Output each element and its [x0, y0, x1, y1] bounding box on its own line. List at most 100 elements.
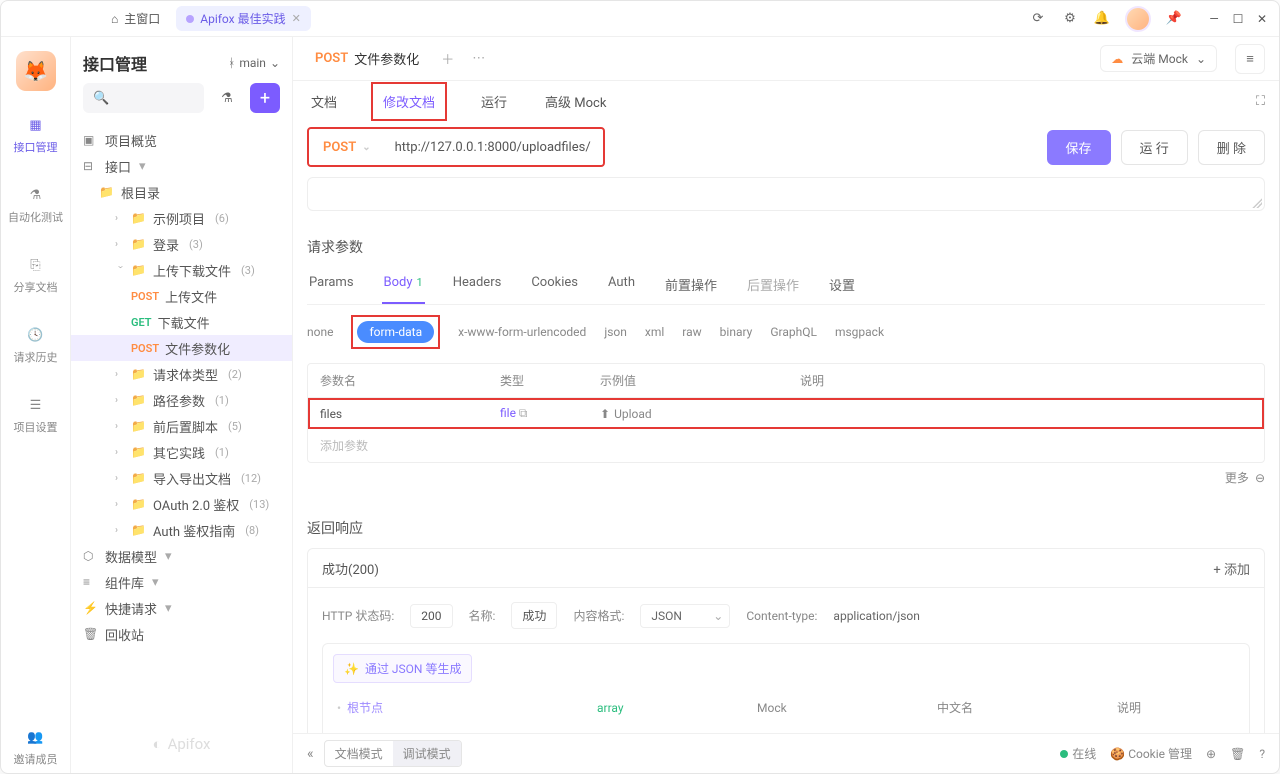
add-tab-button[interactable]: ＋	[437, 45, 458, 72]
run-button[interactable]: 运 行	[1121, 130, 1188, 165]
subtab-edit[interactable]: 修改文档	[379, 84, 439, 119]
branch-selector[interactable]: ᚼ main ⌄	[228, 56, 280, 70]
ptab-headers[interactable]: Headers	[451, 267, 504, 304]
settings-icon[interactable]: ⚙	[1061, 10, 1079, 28]
close-button[interactable]: ✕	[1255, 12, 1269, 26]
schema-node[interactable]: 根节点	[347, 701, 383, 715]
tree-endpoint[interactable]: POST上传文件	[71, 283, 292, 309]
doc-mode-button[interactable]: 文档模式	[325, 741, 393, 766]
tree-folder-upload[interactable]: ›📁上传下载文件(3)	[71, 257, 292, 283]
root-dir[interactable]: 📁根目录	[71, 179, 292, 205]
expand-icon[interactable]: ⛶	[1256, 94, 1265, 109]
tree-folder[interactable]: ›📁请求体类型(2)	[71, 361, 292, 387]
ptab-body[interactable]: Body1	[382, 267, 425, 304]
ptab-pre[interactable]: 前置操作	[663, 267, 719, 304]
param-name[interactable]: files	[320, 407, 500, 421]
add-response-button[interactable]: + 添加	[1213, 559, 1250, 578]
bt-json[interactable]: json	[604, 325, 627, 339]
schema-type[interactable]: array	[597, 701, 757, 715]
project-overview[interactable]: ▣项目概览	[71, 127, 292, 153]
bt-msgpack[interactable]: msgpack	[835, 325, 884, 339]
maximize-button[interactable]: ☐	[1231, 12, 1245, 26]
tree-folder[interactable]: ›📁示例项目(6)	[71, 205, 292, 231]
ptab-post[interactable]: 后置操作	[745, 267, 801, 304]
name-input[interactable]: 成功	[511, 602, 557, 629]
bt-raw[interactable]: raw	[682, 325, 701, 339]
more-link[interactable]: 更多⊖	[307, 463, 1265, 492]
ptab-cookies[interactable]: Cookies	[529, 267, 580, 304]
app-logo[interactable]: 🦊	[16, 51, 56, 91]
bt-binary[interactable]: binary	[720, 325, 753, 339]
schema-cn[interactable]: 中文名	[937, 699, 1117, 716]
bt-urlencoded[interactable]: x-www-form-urlencoded	[458, 325, 586, 339]
tree-folder[interactable]: ›📁路径参数(1)	[71, 387, 292, 413]
subtab-mock[interactable]: 高级 Mock	[541, 84, 610, 119]
quick-request[interactable]: ⚡快捷请求▾	[71, 595, 292, 621]
param-type[interactable]: file	[500, 406, 516, 420]
bt-none[interactable]: none	[307, 325, 333, 339]
generate-from-json-button[interactable]: ✨通过 JSON 等生成	[333, 654, 472, 683]
rail-api[interactable]: ▦ 接口管理	[1, 109, 70, 161]
format-select[interactable]: JSON	[640, 604, 730, 628]
tree-folder[interactable]: ›📁登录(3)	[71, 231, 292, 257]
avatar[interactable]	[1125, 6, 1151, 32]
cookie-manager-button[interactable]: 🍪 Cookie 管理	[1110, 745, 1192, 762]
add-button[interactable]: +	[250, 83, 280, 113]
add-param-row[interactable]: 添加参数	[308, 429, 1264, 462]
upload-button[interactable]: ⬆Upload	[600, 407, 800, 421]
ptab-auth[interactable]: Auth	[606, 267, 637, 304]
window-tab-active[interactable]: Apifox 最佳实践 ✕	[176, 6, 311, 31]
rail-share[interactable]: ⎘ 分享文档	[1, 249, 70, 301]
bt-xml[interactable]: xml	[645, 325, 664, 339]
method-badge: GET	[131, 316, 152, 329]
bell-icon[interactable]: 🔔	[1093, 10, 1111, 28]
component-lib[interactable]: ≡组件库▾	[71, 569, 292, 595]
bt-graphql[interactable]: GraphQL	[770, 325, 817, 339]
schema-mock[interactable]: Mock	[757, 701, 937, 715]
subtab-doc[interactable]: 文档	[307, 84, 341, 119]
table-row[interactable]: files file ⧉ ⬆Upload	[308, 398, 1264, 429]
panel-menu-button[interactable]: ≡	[1235, 44, 1265, 74]
api-root[interactable]: ⊟接口▾	[71, 153, 292, 179]
pin-icon[interactable]: 📌	[1165, 10, 1183, 28]
footer-trash-button[interactable]: 🗑	[1230, 747, 1245, 761]
description-textarea[interactable]	[307, 177, 1265, 211]
ptab-settings[interactable]: 设置	[827, 267, 857, 304]
status-input[interactable]: 200	[410, 604, 452, 628]
tree-folder[interactable]: ›📁Auth 鉴权指南(8)	[71, 517, 292, 543]
debug-mode-button[interactable]: 调试模式	[393, 741, 461, 766]
footer-add-button[interactable]: ⊕	[1206, 747, 1216, 761]
delete-button[interactable]: 删 除	[1198, 130, 1265, 165]
close-icon[interactable]: ✕	[292, 12, 301, 25]
schema-desc[interactable]: 说明	[1117, 699, 1237, 716]
tree-folder[interactable]: ›📁其它实践(1)	[71, 439, 292, 465]
footer-help-button[interactable]: ?	[1259, 747, 1265, 761]
subtab-run[interactable]: 运行	[477, 84, 511, 119]
mock-env-selector[interactable]: ☁ 云端 Mock ⌄	[1100, 45, 1217, 72]
rail-history[interactable]: 🕓 请求历史	[1, 319, 70, 371]
rail-settings[interactable]: ☰ 项目设置	[1, 389, 70, 441]
recycle-bin[interactable]: 🗑回收站	[71, 621, 292, 647]
tree-endpoint[interactable]: GET下载文件	[71, 309, 292, 335]
url-input[interactable]: http://127.0.0.1:8000/uploadfiles/	[385, 140, 603, 155]
response-tab[interactable]: 成功(200)	[322, 559, 379, 578]
bt-formdata[interactable]: form-data	[357, 321, 434, 343]
tree-folder[interactable]: ›📁OAuth 2.0 鉴权(13)	[71, 491, 292, 517]
tree-endpoint-selected[interactable]: POST文件参数化	[71, 335, 292, 361]
data-model[interactable]: ⬡数据模型▾	[71, 543, 292, 569]
rail-invite[interactable]: 👥 邀请成员	[1, 721, 70, 773]
rail-automation[interactable]: ⚗ 自动化测试	[1, 179, 70, 231]
collapse-button[interactable]: «	[307, 746, 314, 762]
search-input[interactable]: 🔍	[83, 83, 204, 113]
tab-more-button[interactable]: ⋯	[468, 47, 489, 70]
filter-button[interactable]: ⚗	[212, 83, 242, 113]
editor-tab[interactable]: POST 文件参数化	[307, 43, 427, 74]
method-selector[interactable]: POST ⌄	[309, 140, 385, 155]
tree-folder[interactable]: ›📁导入导出文档(12)	[71, 465, 292, 491]
refresh-icon[interactable]: ⟳	[1029, 10, 1047, 28]
ptab-params[interactable]: Params	[307, 267, 356, 304]
minimize-button[interactable]: —	[1207, 12, 1221, 26]
window-tab-home[interactable]: ⌂ 主窗口	[101, 6, 170, 31]
save-button[interactable]: 保存	[1047, 130, 1111, 165]
tree-folder[interactable]: ›📁前后置脚本(5)	[71, 413, 292, 439]
